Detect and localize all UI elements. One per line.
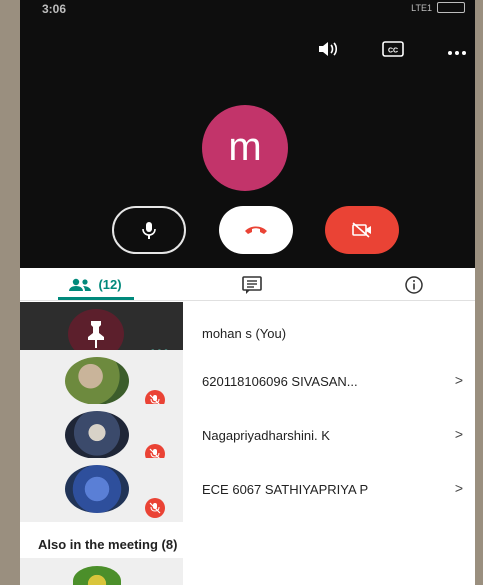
meet-screen: 3:06 LTE1 CC m (12) mohan s (You) 620118… [20,0,475,585]
participant-avatar [73,566,121,585]
participant-avatar [65,465,129,513]
participant-avatar [65,357,129,405]
chevron-right-icon[interactable]: > [455,480,463,496]
status-bar: 3:06 LTE1 [20,0,475,22]
speaker-icon[interactable] [317,40,339,63]
captions-icon[interactable]: CC [382,40,404,63]
participant-avatar [65,411,129,459]
participant-thumb [20,458,183,522]
mic-icon [142,222,156,239]
participant-row[interactable]: ECE 6067 SATHIYAPRIYA P > [20,458,475,522]
muted-mic-icon [145,498,165,518]
participant-name: Nagapriyadharshini. K [202,428,330,443]
tab-chat[interactable] [232,268,272,301]
video-off-icon [352,222,371,238]
svg-text:CC: CC [388,48,398,55]
status-time: 3:06 [42,2,67,16]
info-icon [405,275,423,294]
active-tab-indicator [58,297,134,300]
mic-button[interactable] [112,206,186,254]
call-area: 3:06 LTE1 CC m [20,0,475,268]
more-options-icon[interactable] [447,44,467,62]
tab-info[interactable] [394,268,434,301]
self-avatar: m [202,105,288,191]
camera-button[interactable] [325,206,399,254]
status-icons: LTE1 [411,2,465,13]
also-in-meeting-header: Also in the meeting (8) [38,537,178,552]
hang-up-icon [245,226,267,234]
end-call-button[interactable] [219,206,293,254]
chat-icon [242,275,262,294]
chevron-right-icon[interactable]: > [455,372,463,388]
participant-name: mohan s (You) [202,326,287,341]
participant-thumb [20,558,183,585]
participant-name: ECE 6067 SATHIYAPRIYA P [202,482,369,497]
battery-icon [437,2,465,13]
network-label: LTE1 [411,2,432,13]
people-icon [69,278,92,291]
chevron-right-icon[interactable]: > [455,426,463,442]
participant-name: 620118106096 SIVASAN... [202,374,358,389]
people-count: (12) [98,277,122,292]
